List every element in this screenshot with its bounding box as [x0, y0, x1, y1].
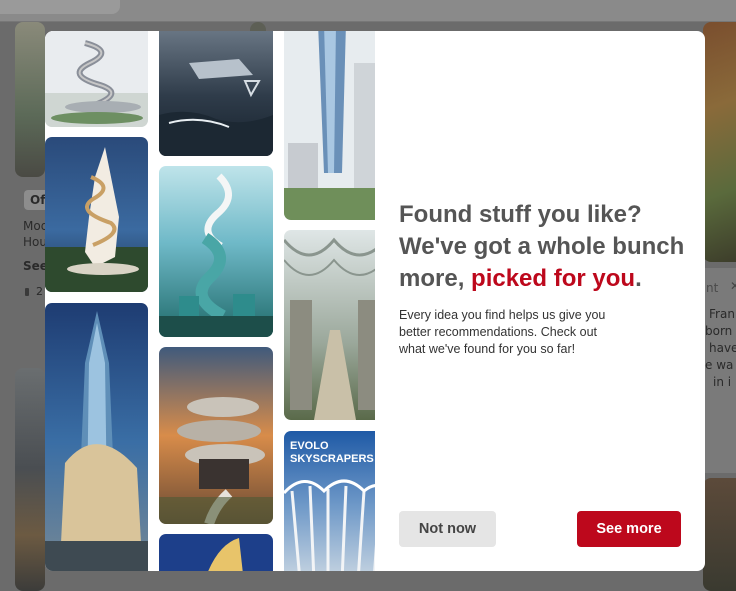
background-pin-right-bottom[interactable]	[703, 478, 736, 591]
pin-collage: EVOLO SKYSCRAPERS	[45, 31, 375, 571]
background-right-line-3: have	[709, 341, 736, 355]
modal-headline: Found stuff you like? We've got a whole …	[399, 199, 689, 295]
twisted-tower-image	[45, 137, 148, 292]
partial-image	[159, 534, 273, 571]
background-right-line-4: e wa	[705, 358, 734, 372]
pin-count-icon	[25, 288, 29, 296]
spiral-house-image	[159, 347, 273, 524]
evolo-skyscrapers-pin[interactable]: EVOLO SKYSCRAPERS	[284, 431, 375, 571]
partial-pin[interactable]	[159, 534, 273, 571]
spiral-house-pin[interactable]	[159, 347, 273, 524]
canopy-street-image	[284, 230, 375, 420]
see-more-button[interactable]: See more	[577, 511, 681, 547]
background-badge-label: Of	[30, 193, 46, 207]
helix-tower-image	[159, 166, 273, 337]
spiral-tower-pin[interactable]	[45, 31, 148, 127]
spiral-tower-image	[45, 31, 148, 127]
tornado-tower-pin[interactable]	[45, 137, 148, 292]
background-title-line2: Hou	[23, 235, 47, 249]
canopy-street-pin[interactable]	[284, 230, 375, 420]
evolo-cover-image: EVOLO SKYSCRAPERS	[284, 431, 375, 571]
message-pane: Found stuff you like? We've got a whole …	[375, 31, 705, 571]
glass-skyscraper-image	[45, 303, 148, 571]
background-right-tag: nt	[706, 281, 719, 295]
twisted-highrise-image	[284, 31, 375, 220]
background-pin-right-top[interactable]	[703, 22, 736, 262]
headline-tail: .	[635, 265, 642, 292]
background-right-line-2: born i	[705, 324, 736, 338]
background-header	[0, 0, 736, 22]
close-icon[interactable]: ✕	[730, 279, 736, 293]
twisted-highrise-pin[interactable]	[284, 31, 375, 220]
modal-description: Every idea you find helps us give you be…	[399, 308, 606, 356]
background-pin-left-bottom[interactable]	[15, 368, 45, 591]
recommendations-modal: EVOLO SKYSCRAPERS Found stuff you like? …	[45, 31, 705, 571]
background-save-count: 2	[36, 285, 43, 298]
not-now-button[interactable]: Not now	[399, 511, 496, 547]
background-right-line-1: Fran	[709, 307, 735, 321]
ocean-architecture-image	[159, 31, 273, 156]
background-right-line-5: in i	[713, 375, 732, 389]
headline-accent: picked for you	[471, 265, 636, 292]
background-pin-left-top[interactable]	[15, 22, 45, 177]
evolo-title-line2: SKYSCRAPERS	[290, 453, 374, 465]
helix-sculpture-pin[interactable]	[159, 166, 273, 337]
evolo-title-line1: EVOLO	[290, 440, 329, 452]
glass-skyscraper-pin[interactable]	[45, 303, 148, 571]
ocean-structure-pin[interactable]	[159, 31, 273, 156]
